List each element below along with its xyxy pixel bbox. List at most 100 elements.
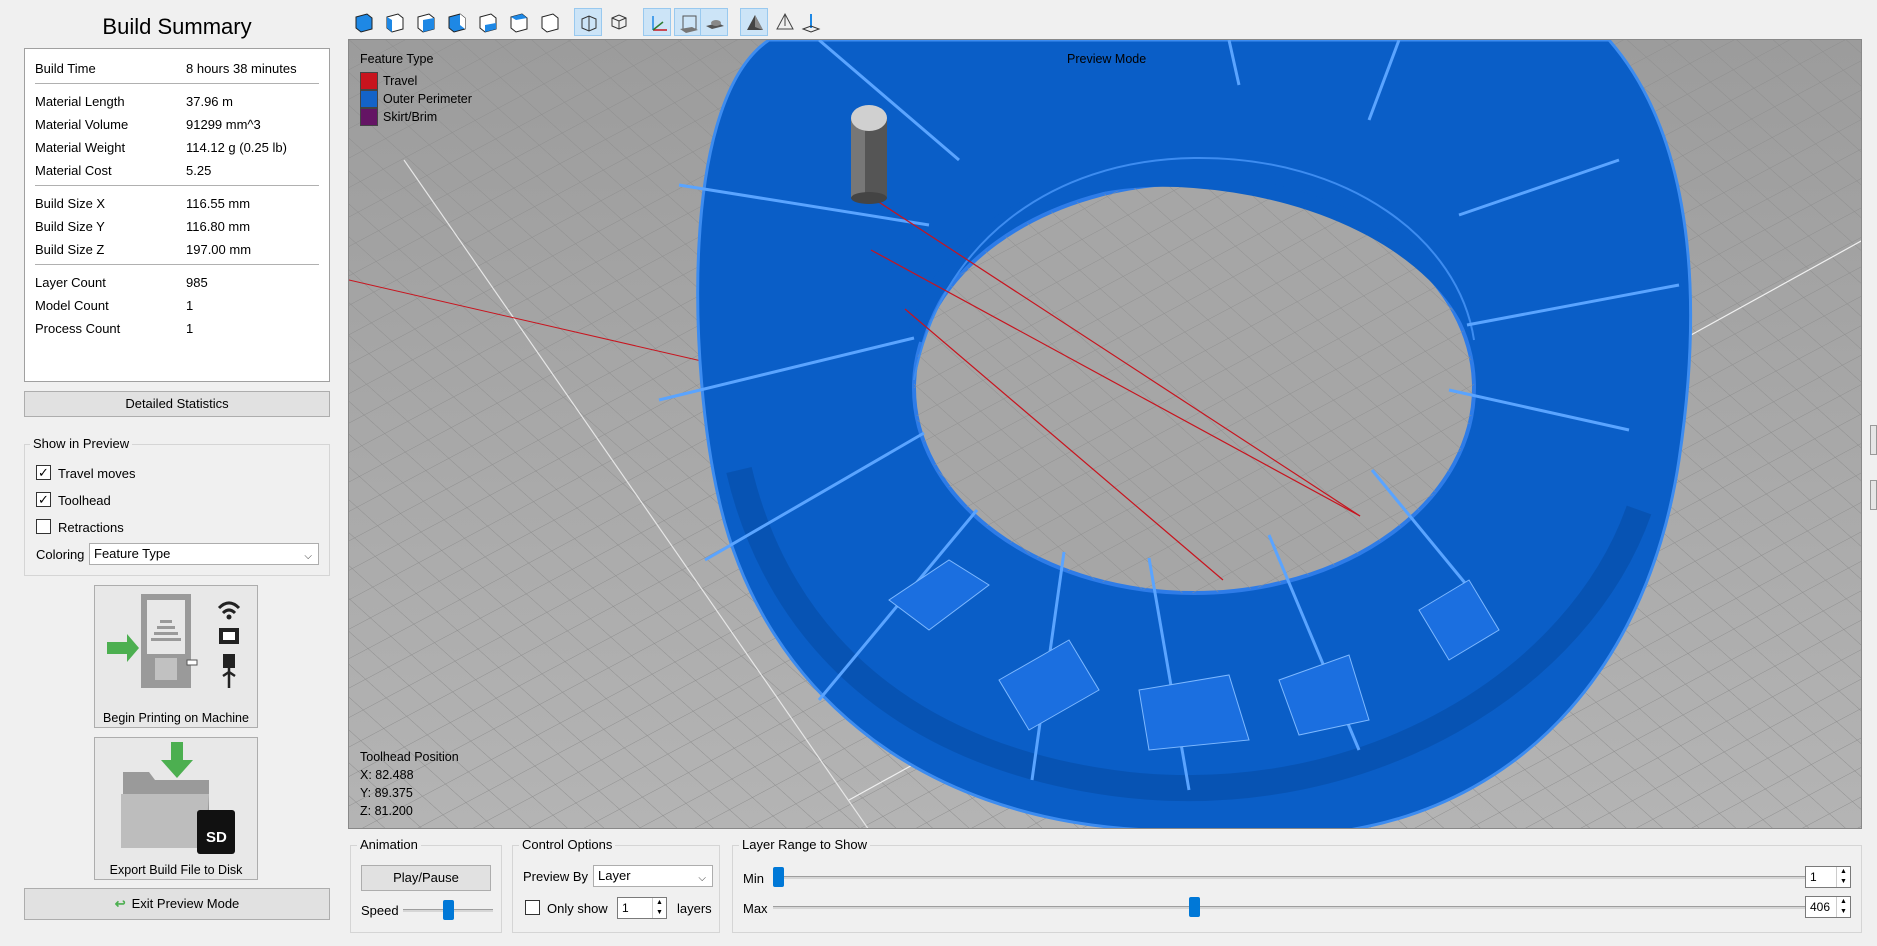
stat-process-count: Process Count 1 — [35, 321, 194, 336]
solid-shape-icon — [747, 15, 763, 30]
exit-preview-mode-button[interactable]: ↩ Exit Preview Mode — [24, 888, 330, 920]
left-panel: Build Summary Build Time 8 hours 38 minut… — [0, 0, 346, 946]
side-handle[interactable] — [1870, 425, 1877, 455]
stat-material-volume: Material Volume 91299 mm^3 — [35, 117, 261, 132]
view-right-button[interactable] — [474, 8, 502, 36]
only-show-label: Only show — [547, 901, 608, 916]
toolhead-marker — [851, 105, 887, 204]
control-options-group: Control Options Preview By Layer ⌵ Only … — [512, 837, 720, 933]
min-label: Min — [743, 871, 764, 886]
coloring-select[interactable]: Feature Type ⌵ — [89, 543, 319, 565]
stats-divider — [35, 83, 319, 84]
travel-moves-checkbox[interactable]: ✓ — [36, 465, 51, 480]
view-left-button[interactable] — [443, 8, 471, 36]
max-layer-slider-track[interactable] — [773, 906, 1819, 909]
preview-by-select[interactable]: Layer ⌵ — [593, 865, 713, 887]
begin-printing-button[interactable]: Begin Printing on Machine — [94, 585, 258, 728]
view-back-button[interactable] — [412, 8, 440, 36]
toolhead-position-title: Toolhead Position — [360, 750, 459, 764]
retractions-label: Retractions — [58, 520, 124, 535]
only-show-layers-input[interactable]: 1 ▲ ▼ — [617, 897, 667, 919]
lay-flat-button[interactable] — [797, 8, 825, 36]
max-layer-slider-handle[interactable] — [1189, 897, 1200, 917]
show-build-volume-button[interactable] — [674, 8, 702, 36]
show-axes-button[interactable] — [643, 8, 671, 36]
cube-top-icon — [510, 13, 528, 33]
retractions-checkbox[interactable] — [36, 519, 51, 534]
build-stats-box: Build Time 8 hours 38 minutes Material Le… — [24, 48, 330, 382]
speed-label: Speed — [361, 903, 399, 918]
spin-up-icon[interactable]: ▲ — [1836, 867, 1850, 877]
perspective-view-button[interactable] — [574, 8, 602, 36]
stats-divider — [35, 185, 319, 186]
lay-flat-icon — [801, 14, 821, 33]
stat-material-weight: Material Weight 114.12 g (0.25 lb) — [35, 140, 287, 155]
min-layer-slider-handle[interactable] — [773, 867, 784, 887]
spin-down-icon[interactable]: ▼ — [1836, 877, 1850, 887]
show-in-preview-title: Show in Preview — [30, 436, 133, 451]
detailed-statistics-button[interactable]: Detailed Statistics — [24, 391, 330, 417]
toolhead-label: Toolhead — [58, 493, 111, 508]
animation-title: Animation — [357, 837, 421, 852]
shaded-mode-button[interactable] — [740, 8, 768, 36]
axes-icon — [652, 16, 667, 31]
travel-moves-label: Travel moves — [58, 466, 136, 481]
stat-build-size-x: Build Size X 116.55 mm — [35, 196, 251, 211]
sd-card-label: SD — [206, 829, 227, 846]
toolhead-checkbox[interactable]: ✓ — [36, 492, 51, 507]
toolhead-z: Z: 81.200 — [360, 804, 413, 818]
spin-down-icon[interactable]: ▼ — [1836, 907, 1850, 917]
animation-group: Animation Play/Pause Speed — [350, 837, 502, 933]
chevron-down-icon: ⌵ — [304, 551, 312, 562]
perspective-icon — [581, 15, 597, 32]
view-front-button[interactable] — [381, 8, 409, 36]
bed-icon — [706, 20, 724, 29]
toolpath-scene — [349, 40, 1861, 828]
side-handle[interactable] — [1870, 480, 1877, 510]
play-pause-button[interactable]: Play/Pause — [361, 865, 491, 891]
min-layer-slider-track[interactable] — [773, 876, 1819, 879]
view-bottom-button[interactable] — [536, 8, 564, 36]
preview-by-label: Preview By — [523, 869, 589, 884]
cube-left-icon — [448, 13, 466, 33]
cube-back-icon — [417, 13, 435, 33]
layer-range-group: Layer Range to Show Min 1 ▲ ▼ Max 406 ▲ … — [732, 837, 1862, 933]
stat-build-size-z: Build Size Z 197.00 mm — [35, 242, 252, 257]
legend-title: Feature Type — [360, 52, 434, 66]
wireframe-mode-button[interactable] — [771, 8, 799, 36]
spin-up-icon[interactable]: ▲ — [1836, 897, 1850, 907]
3d-preview-viewport[interactable]: Feature Type Travel Outer Perimeter Skir… — [348, 39, 1862, 829]
orthographic-icon — [611, 14, 627, 30]
view-top-button[interactable] — [505, 8, 533, 36]
skirt-brim-swatch — [360, 108, 378, 126]
show-bed-button[interactable] — [700, 8, 728, 36]
toolhead-x: X: 82.488 — [360, 768, 414, 782]
travel-swatch — [360, 72, 378, 90]
view-toolbar — [350, 6, 1877, 38]
stat-layer-count: Layer Count 985 — [35, 275, 208, 290]
spin-up-icon[interactable]: ▲ — [652, 898, 666, 908]
build-volume-icon — [680, 15, 698, 33]
folder-export-icon: SD — [121, 742, 235, 854]
chevron-down-icon: ⌵ — [698, 873, 706, 884]
speed-slider-handle[interactable] — [443, 900, 454, 920]
build-summary-title: Build Summary — [102, 14, 252, 39]
min-layer-input[interactable]: 1 ▲ ▼ — [1805, 866, 1851, 888]
coloring-label: Coloring — [36, 547, 85, 562]
stat-material-cost: Material Cost 5.25 — [35, 163, 212, 178]
view-iso-button[interactable] — [350, 8, 378, 36]
cube-front-icon — [386, 13, 404, 33]
max-layer-input[interactable]: 406 ▲ ▼ — [1805, 896, 1851, 918]
orthographic-view-button[interactable] — [605, 8, 633, 36]
cube-bottom-icon — [541, 13, 559, 33]
export-build-file-button[interactable]: SD Export Build File to Disk — [94, 737, 258, 880]
show-in-preview-group: Show in Preview ✓ Travel moves ✓ Toolhea… — [24, 436, 330, 576]
spin-down-icon[interactable]: ▼ — [652, 908, 666, 918]
begin-printing-label: Begin Printing on Machine — [103, 711, 249, 725]
layer-range-title: Layer Range to Show — [739, 837, 871, 852]
stats-divider — [35, 264, 319, 265]
outer-perimeter-swatch — [360, 90, 378, 108]
cube-iso-icon — [355, 13, 373, 33]
only-show-checkbox[interactable] — [525, 900, 540, 915]
control-options-title: Control Options — [519, 837, 616, 852]
